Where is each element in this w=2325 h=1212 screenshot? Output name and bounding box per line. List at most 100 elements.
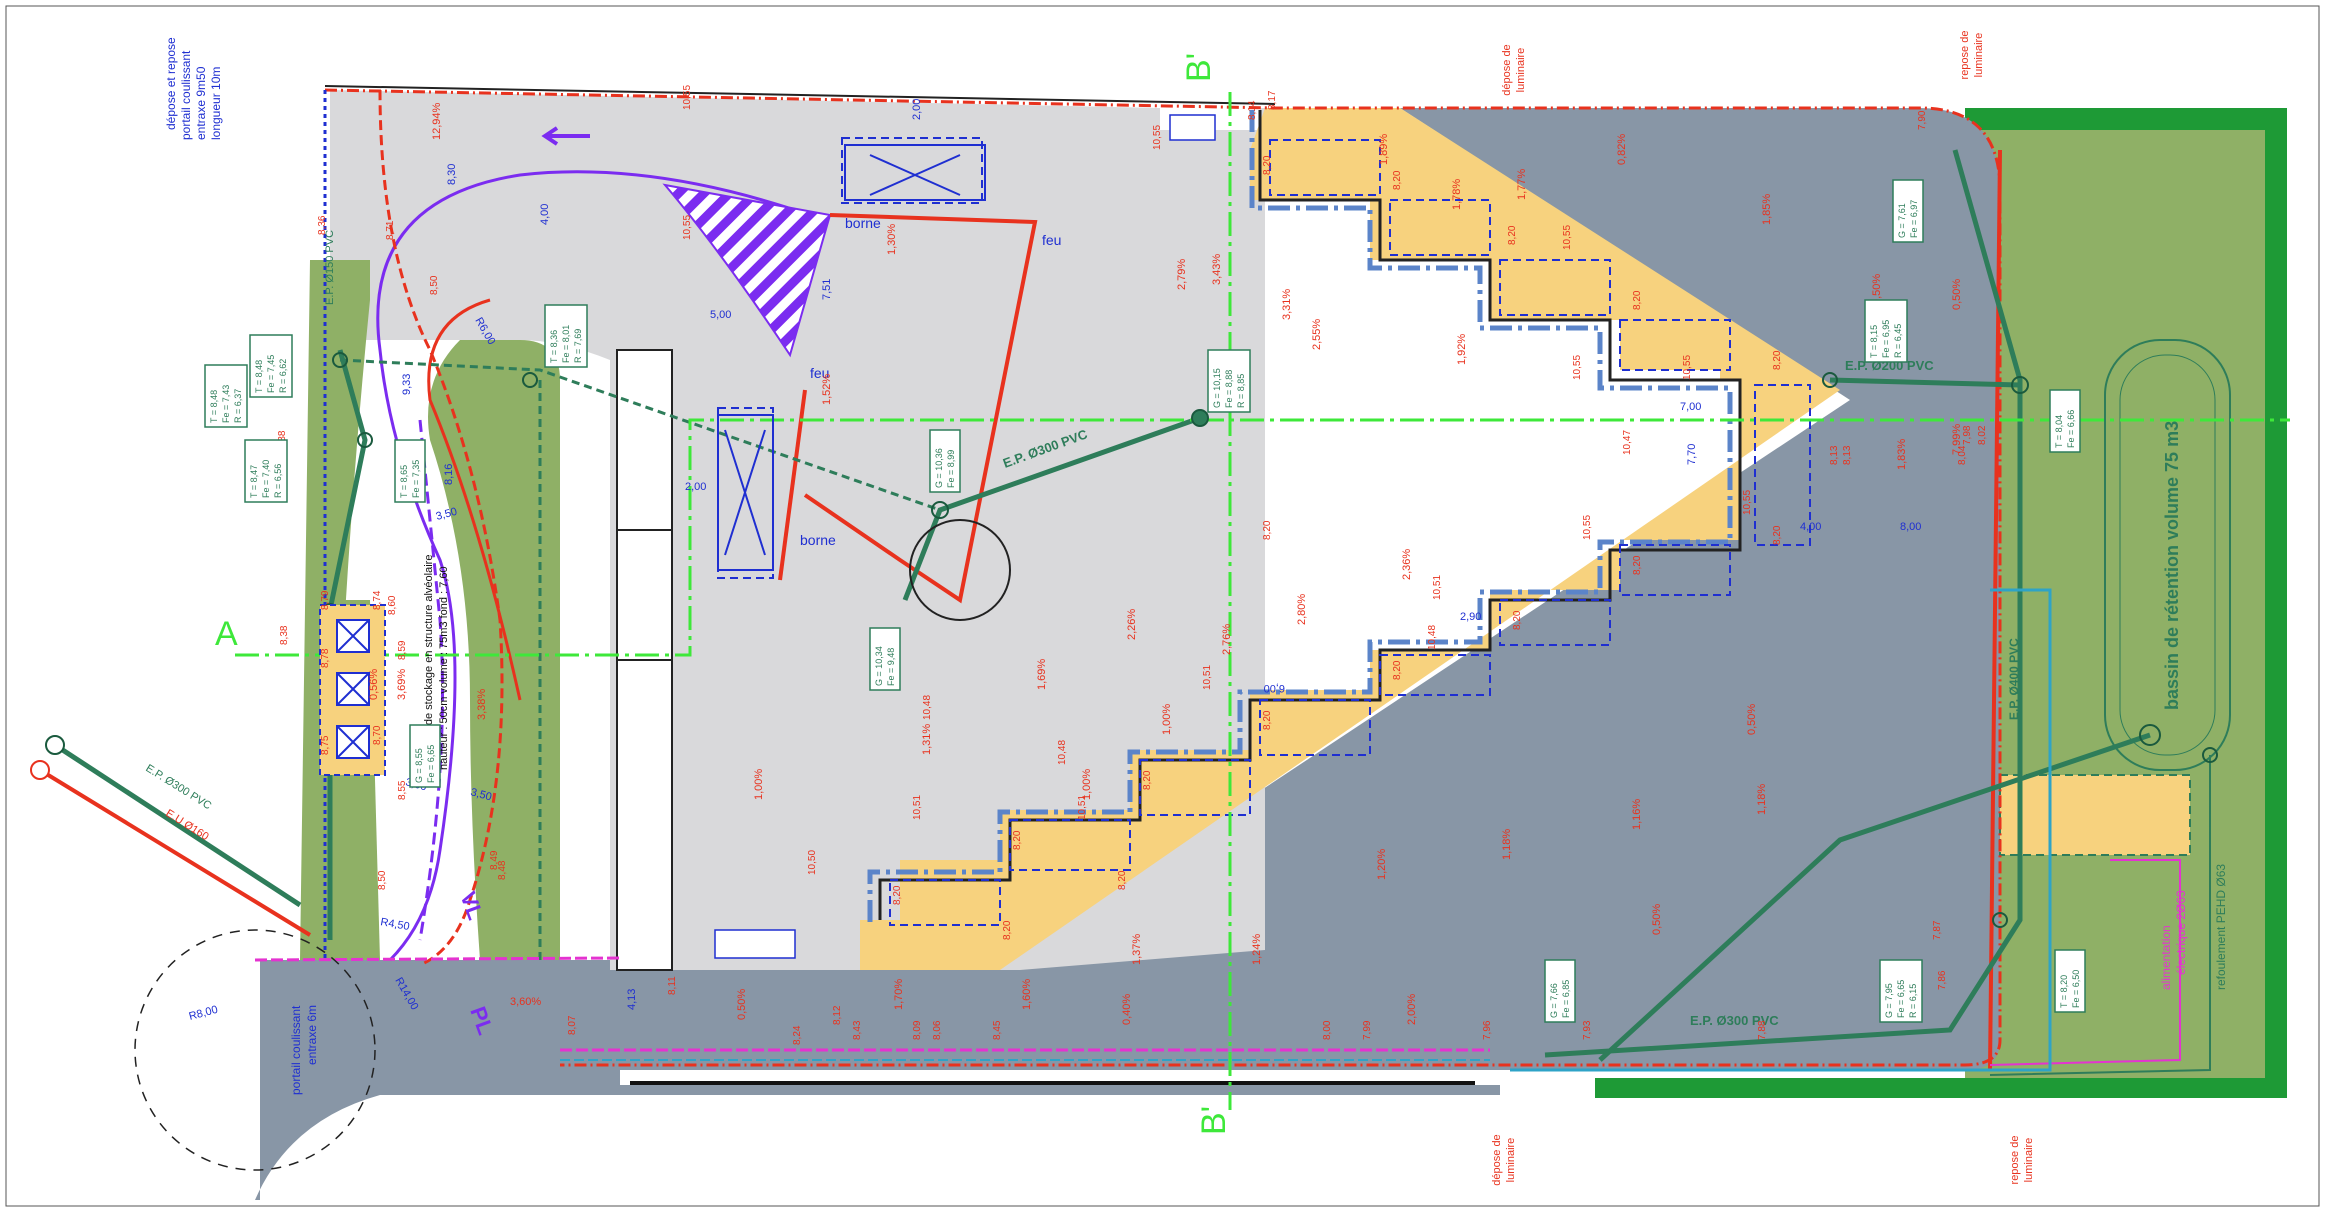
spot-level: 8,07	[567, 1015, 578, 1035]
dim-d500: 5,00	[710, 309, 731, 321]
spot-level: 8,45	[992, 1020, 1003, 1040]
spot-level: 10,51	[1077, 795, 1088, 820]
magenta-left	[254, 956, 621, 962]
level-box-line: T = 8,36	[549, 330, 559, 363]
level-box-line: T = 8,48	[254, 360, 264, 393]
slope-label: 1,78%	[1451, 179, 1463, 210]
level-box-line: Fe = 8,88	[1224, 370, 1234, 408]
level-box-line: Fe = 7,45	[266, 355, 276, 393]
deep-green-border-top	[1965, 108, 2285, 130]
level-box-line: Fe = 6,65	[1896, 980, 1906, 1018]
slope-label: 1,00%	[753, 769, 765, 800]
spot-level: 8,20	[1772, 525, 1783, 545]
lawn-right	[1965, 108, 2285, 1095]
spot-level: 8,59	[397, 640, 408, 660]
spot-level: 8,20	[1262, 710, 1273, 730]
note-luminaire-top1-2: luminaire	[1515, 48, 1527, 93]
slope-label: 1,89%	[1378, 134, 1390, 165]
slope-label: 3,60%	[510, 996, 541, 1008]
level-box-line: Fe = 7,43	[221, 385, 231, 423]
slope-label: 0,50%	[1951, 279, 1963, 310]
slope-label: 2,00%	[1406, 994, 1418, 1025]
dim-d830: 8,30	[446, 164, 458, 185]
slope-label: 1,52%	[821, 374, 833, 405]
note-alim-2: électrique 2Ø63	[2174, 890, 2188, 975]
spot-level: 8,71	[385, 220, 396, 240]
spot-level: 8,50	[377, 870, 388, 890]
pipe-ep150: E.P. Ø150 PVC	[324, 230, 336, 305]
note-feu-1: feu	[1042, 232, 1061, 248]
spot-level: 8,43	[852, 1020, 863, 1040]
slope-label: 0,50%	[1746, 704, 1758, 735]
spot-level: 8,20	[1142, 770, 1153, 790]
level-box-line: G = 10,15	[1212, 368, 1222, 408]
level-box-line: Fe = 8,99	[946, 450, 956, 488]
dim-d290: 2,90	[1460, 611, 1481, 623]
note-luminaire-top2-1: repose de	[1959, 31, 1971, 80]
dim-d400b: 4,00	[1800, 521, 1821, 533]
slope-label: 0,50%	[1651, 904, 1663, 935]
slope-label: 2,26%	[1126, 609, 1138, 640]
note-borne-1: borne	[845, 215, 881, 231]
level-box-line: R = 8,85	[1236, 374, 1246, 408]
level-box-line: R = 6,15	[1908, 984, 1918, 1018]
slope-label: 0,56%	[368, 669, 380, 700]
dim-d770: 7,70	[1686, 444, 1698, 465]
spot-level: 7,86	[1937, 970, 1948, 990]
slope-label: 3,69%	[396, 669, 408, 700]
level-box-line: Fe = 6,66	[2066, 410, 2076, 448]
slope-label: 1,30%	[886, 224, 898, 255]
slope-label: 1,92%	[1456, 334, 1468, 365]
spot-level: 8,74	[372, 590, 383, 610]
slope-label: 3,38%	[476, 689, 488, 720]
spot-level: 10,50	[807, 850, 818, 875]
level-box-line: R = 6,45	[1893, 324, 1903, 358]
slope-label: 1,77%	[1516, 169, 1528, 200]
slope-label: 2,36%	[1401, 549, 1413, 580]
spot-level: 10,51	[912, 795, 923, 820]
note-gate-top-3: entraxe 9m50	[194, 66, 208, 140]
spot-level: 8,60	[387, 595, 398, 615]
level-box-line: G = 7,95	[1884, 983, 1894, 1018]
spot-level: 10,55	[1682, 355, 1693, 380]
spot-level: 8,20	[1392, 660, 1403, 680]
spot-level: 8,13	[1829, 445, 1840, 465]
spot-level: 8,38	[279, 625, 290, 645]
spot-level: 7,93	[1582, 1020, 1593, 1040]
spot-level: 8,55	[397, 780, 408, 800]
spot-level: 8,36	[317, 215, 328, 235]
spot-level: 8,50	[429, 275, 440, 295]
slope-label: 1,85%	[1761, 194, 1773, 225]
spot-level: 8,11	[667, 976, 678, 995]
spot-level: 8,78	[320, 648, 331, 668]
spot-level: 8,20	[1002, 920, 1013, 940]
spot-level: 10,55	[1562, 225, 1573, 250]
slope-label: 3,43%	[1211, 254, 1223, 285]
spot-level: 7,98	[1962, 425, 1973, 445]
spot-level: 10,55	[1742, 490, 1753, 515]
note-luminaire-bot2-2: luminaire	[2023, 1138, 2035, 1183]
level-box-line: Fe = 9,48	[886, 648, 896, 686]
spot-level: 10,55	[682, 215, 693, 240]
level-box-line: Fe = 7,35	[411, 460, 421, 498]
pipe-ep400: E.P. Ø400 PVC	[2007, 638, 2021, 720]
level-box-line: Fe = 7,40	[261, 460, 271, 498]
deep-green-border-bottom	[1595, 1078, 2287, 1098]
slope-label: 1,60%	[1021, 979, 1033, 1010]
spot-level: 10,48	[922, 695, 933, 720]
spot-level: 10,55	[1152, 125, 1163, 150]
dim-d751: 7,51	[821, 279, 833, 300]
slope-label: 1,31%	[921, 724, 933, 755]
slope-label: 1,37%	[1131, 934, 1143, 965]
spot-level: 10,51	[1202, 665, 1213, 690]
spot-level: 8,09	[912, 1020, 923, 1040]
level-box-line: G = 7,61	[1897, 203, 1907, 238]
dim-d933: 9,33	[401, 374, 413, 395]
spot-level: 8,20	[1262, 520, 1273, 540]
level-box-line: R = 6,56	[273, 464, 283, 498]
level-box-line: T = 8,47	[249, 465, 259, 498]
level-box-line: T = 8,04	[2054, 415, 2064, 448]
slope-label: 1,70%	[893, 979, 905, 1010]
note-gate-top-2: portail coulissant	[179, 50, 193, 140]
level-box-line: Fe = 6,95	[1881, 320, 1891, 358]
